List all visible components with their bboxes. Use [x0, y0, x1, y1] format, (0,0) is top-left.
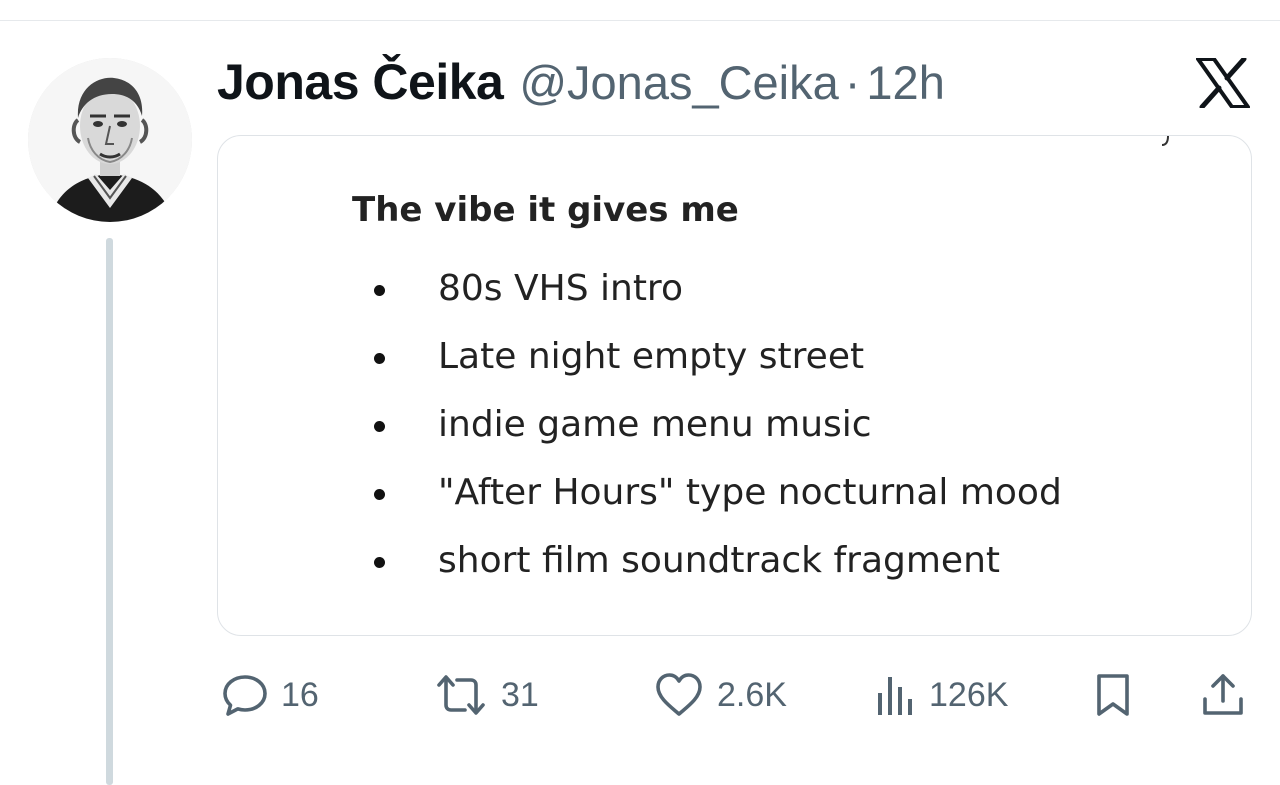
list-item-text: short film soundtrack fragment [438, 540, 1001, 581]
bullet [374, 353, 385, 364]
list-item-text: 80s VHS intro [438, 268, 683, 309]
note-title: The vibe it gives me [352, 190, 739, 230]
tweet-header: Jonas Čeika @Jonas_Ceika · 12h [217, 52, 945, 112]
media-image-card[interactable]: The vibe it gives me 80s VHS intro Late … [217, 135, 1252, 636]
bullet [374, 285, 385, 296]
list-item: 80s VHS intro [368, 264, 1062, 332]
author-name[interactable]: Jonas Čeika [217, 53, 504, 111]
reply-count: 16 [281, 675, 319, 714]
list-item-text: Late night empty street [438, 336, 865, 377]
comment-bubble-icon [223, 675, 267, 716]
post-time[interactable]: 12h [866, 55, 944, 110]
avatar[interactable] [28, 58, 192, 222]
thread-connector-line [106, 238, 113, 785]
like-count: 2.6K [717, 675, 787, 714]
action-bar: 16 31 2.6K 126K [217, 670, 1252, 720]
bullet [374, 489, 385, 500]
cropped-glyph-fragment [1161, 136, 1169, 146]
top-divider [0, 20, 1280, 21]
vibe-list: 80s VHS intro Late night empty street in… [368, 264, 1062, 604]
share-icon [1203, 674, 1243, 715]
reply-button[interactable]: 16 [221, 670, 319, 720]
repost-button[interactable]: 31 [433, 670, 539, 720]
repost-arrows-icon [437, 675, 485, 715]
list-item-text: indie game menu music [438, 404, 872, 445]
list-item-text: "After Hours" type nocturnal mood [438, 472, 1062, 513]
bookmark-icon [1097, 674, 1129, 716]
list-item: short film soundtrack fragment [368, 536, 1062, 604]
views-count: 126K [929, 675, 1009, 714]
bookmark-button[interactable] [1091, 670, 1135, 720]
separator-dot: · [844, 55, 861, 109]
heart-icon [656, 673, 702, 716]
bullet [374, 557, 385, 568]
list-item: Late night empty street [368, 332, 1062, 400]
author-handle[interactable]: @Jonas_Ceika [519, 55, 838, 110]
list-item: indie game menu music [368, 400, 1062, 468]
like-button[interactable]: 2.6K [653, 670, 787, 720]
bullet [374, 421, 385, 432]
x-logo-icon [1196, 56, 1250, 110]
repost-count: 31 [501, 675, 539, 714]
views-button[interactable]: 126K [873, 670, 1008, 720]
list-item: "After Hours" type nocturnal mood [368, 468, 1062, 536]
portrait-engraving-avatar [28, 58, 192, 222]
bar-chart-icon [878, 677, 912, 715]
share-button[interactable] [1199, 670, 1247, 720]
